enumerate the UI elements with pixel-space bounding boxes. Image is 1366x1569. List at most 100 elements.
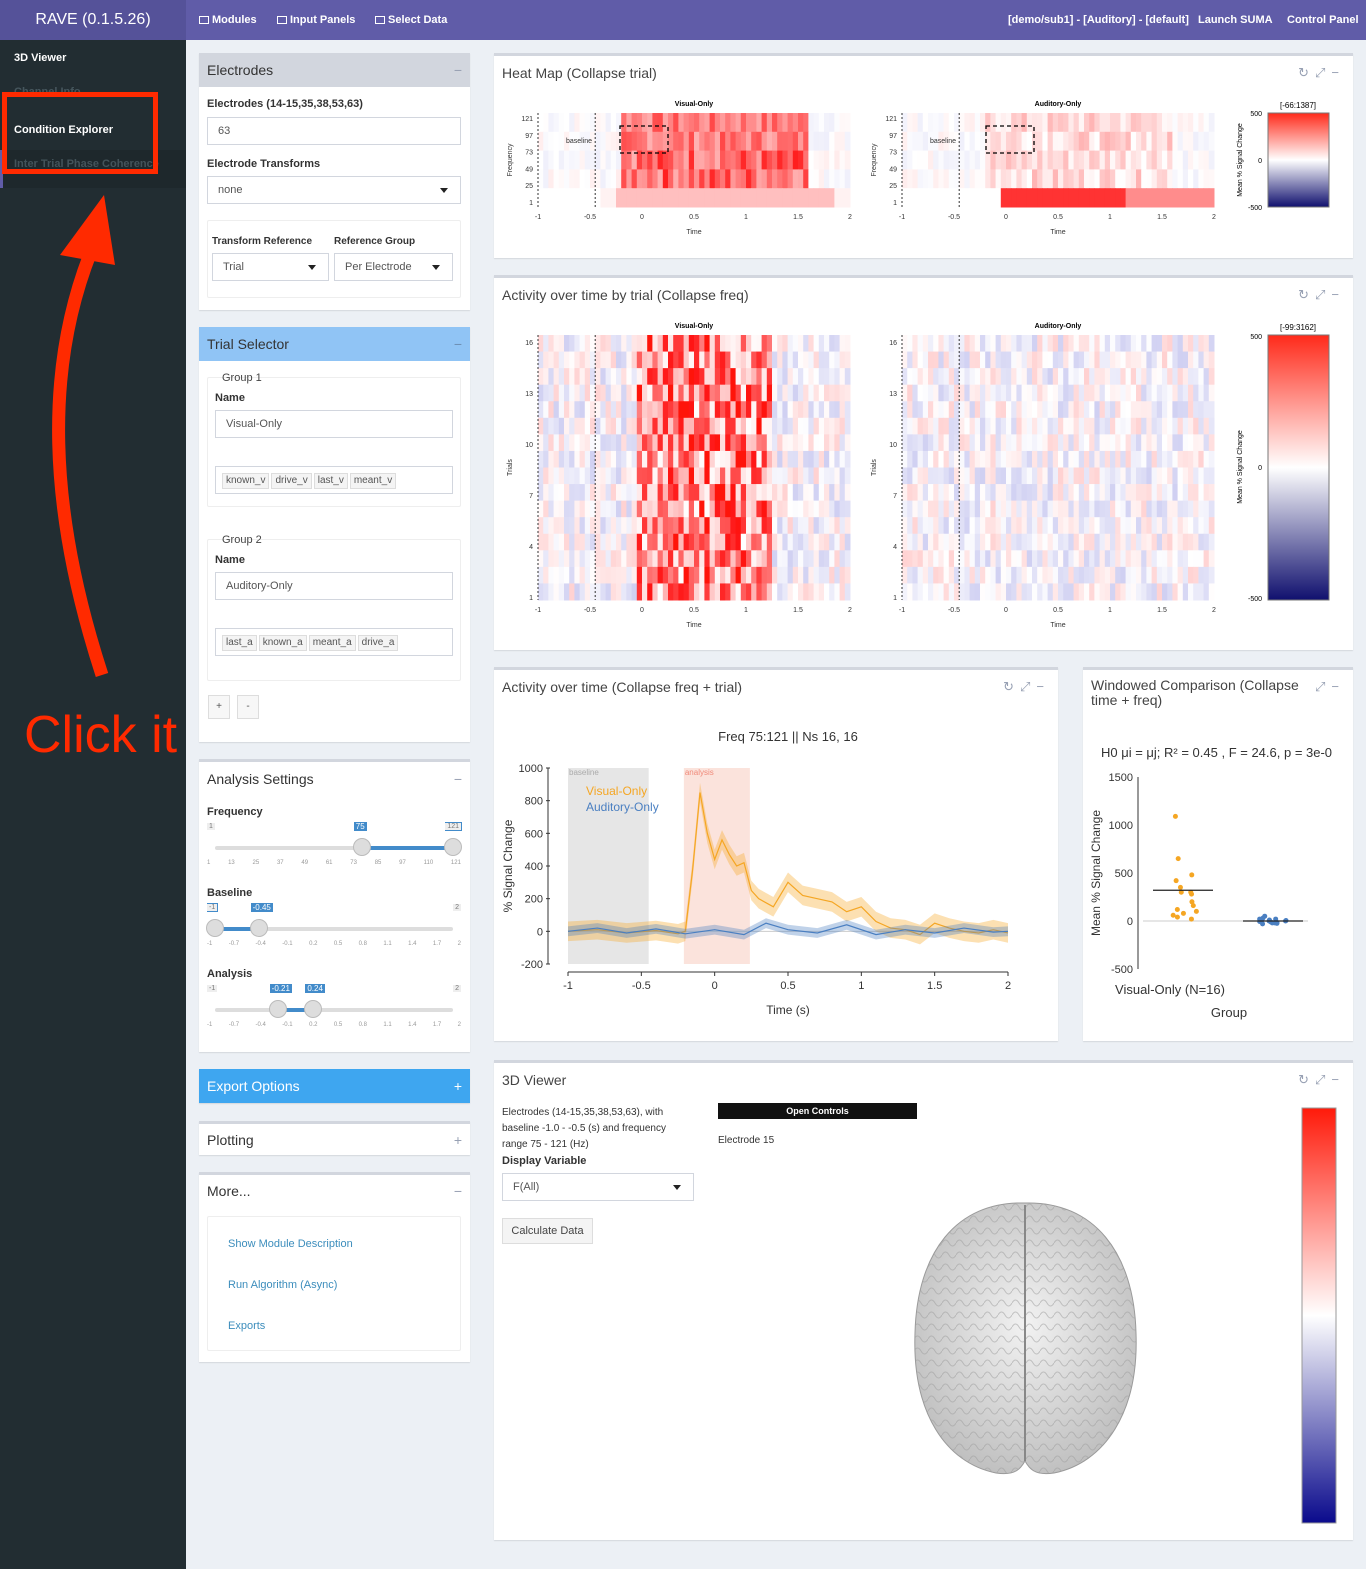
app-brand[interactable]: RAVE (0.1.5.26) — [0, 0, 186, 40]
select-data-menu[interactable]: Select Data — [375, 0, 447, 40]
sidebar-item-3d-viewer[interactable]: 3D Viewer — [14, 52, 66, 64]
collapse-icon[interactable]: − — [454, 336, 462, 352]
panel-tools[interactable]: ⤢− — [1315, 679, 1345, 695]
group-2-name-input[interactable]: Auditory-Only — [215, 572, 453, 600]
analysis-settings-header[interactable]: Analysis Settings − — [199, 762, 470, 796]
heat-cell — [1084, 500, 1090, 518]
launch-suma-button[interactable]: Launch SUMA — [1198, 0, 1273, 40]
baseline-slider[interactable]: -1-0.45-12-1-0.7-0.4-0.10.20.50.81.11.41… — [206, 903, 461, 951]
heat-cell — [1198, 583, 1205, 601]
frequency-slider[interactable]: 75121112111325374961738597110121 — [207, 822, 463, 870]
modules-menu[interactable]: Modules — [199, 0, 257, 40]
heat-cell — [1162, 467, 1168, 485]
collapse-icon[interactable]: − — [454, 1183, 462, 1199]
heat-cell — [1130, 467, 1137, 485]
heat-cell — [1000, 484, 1007, 502]
panel-tools[interactable]: ↻⤢− — [1298, 65, 1345, 81]
add-group-button[interactable]: + — [208, 695, 230, 719]
heat-cell — [610, 401, 617, 419]
analysis-window-slider[interactable]: -0.21 0.24 -1 2 -1 -0.7 -0.4 -0.1 0.2 0.5 0.8 1.1 1.… — [207, 984, 461, 1032]
heat-cell — [1203, 401, 1210, 419]
condition-chip[interactable]: meant_a — [308, 635, 356, 651]
group-2-conditions[interactable]: last_a known_a meant_a drive_a — [215, 628, 453, 656]
heat-cell — [699, 500, 705, 518]
heat-cell — [1130, 434, 1137, 452]
condition-chip[interactable]: meant_v — [349, 473, 397, 489]
brain-viewer-canvas[interactable] — [494, 1093, 1353, 1543]
brain-model[interactable] — [914, 1202, 1137, 1475]
collapse-icon[interactable]: − — [454, 771, 462, 787]
plotting-panel[interactable]: Plotting + — [199, 1121, 470, 1155]
heat-cell — [1141, 131, 1147, 152]
heat-cell — [839, 467, 846, 485]
panel-tools[interactable]: ↻⤢− — [1003, 679, 1050, 695]
slider-handle-from[interactable] — [268, 1000, 287, 1018]
condition-chip[interactable]: last_v — [313, 473, 348, 489]
remove-group-button[interactable]: - — [237, 695, 259, 719]
heat-cell — [839, 550, 846, 568]
transform-ref-select[interactable]: Trial — [212, 253, 329, 281]
heat-cell — [574, 335, 581, 353]
slider-handle-from[interactable] — [206, 919, 224, 937]
subject-info[interactable]: [demo/sub1] - [Auditory] - [default] — [1008, 0, 1189, 40]
heat-cell — [657, 484, 664, 502]
heat-cell — [1032, 131, 1038, 152]
heat-cell — [579, 401, 586, 419]
slider-handle-to[interactable] — [249, 919, 268, 937]
condition-chip[interactable]: drive_a — [357, 635, 399, 651]
collapse-icon[interactable]: − — [454, 62, 462, 78]
transforms-select[interactable]: none — [207, 176, 461, 204]
condition-chip[interactable]: known_a — [258, 635, 307, 651]
slider-handle-to[interactable] — [444, 838, 462, 856]
x-axis-label: Time — [686, 229, 701, 236]
heat-cell — [1099, 467, 1106, 485]
panel-tools[interactable]: ↻⤢− — [1298, 1072, 1345, 1088]
show-description-link[interactable]: Show Module Description — [228, 1238, 353, 1250]
electrodes-header[interactable]: Electrodes − — [199, 53, 470, 87]
heat-cell — [917, 434, 924, 452]
heat-cell — [1068, 417, 1075, 435]
heat-cell — [694, 169, 700, 189]
input-panels-menu[interactable]: Input Panels — [277, 0, 355, 40]
heat-cell — [709, 169, 716, 189]
group-1-name-input[interactable]: Visual-Only — [215, 410, 453, 438]
panel-tools[interactable]: ↻⤢− — [1298, 287, 1345, 303]
heat-cell — [1021, 517, 1028, 535]
heat-cell — [610, 434, 617, 452]
heat-cell — [642, 335, 648, 353]
condition-chip[interactable]: last_a — [222, 635, 257, 651]
condition-chip[interactable]: drive_v — [271, 473, 312, 489]
heat-cell — [1188, 450, 1194, 468]
heat-cell — [668, 550, 674, 568]
slider-handle-to[interactable] — [304, 1000, 323, 1018]
group-1-conditions[interactable]: known_v drive_v last_v meant_v — [215, 466, 453, 494]
heat-cell — [777, 335, 783, 353]
heat-cell — [553, 335, 560, 353]
expand-icon[interactable]: + — [454, 1132, 462, 1148]
heat-cell — [824, 188, 830, 208]
export-options-panel[interactable]: Export Options + — [199, 1069, 470, 1103]
slider-track[interactable] — [215, 1008, 453, 1012]
electrodes-input[interactable]: 63 — [207, 117, 461, 145]
heat-cell — [1068, 384, 1075, 402]
heat-cell — [902, 368, 908, 386]
control-panel-button[interactable]: Control Panel — [1287, 0, 1359, 40]
heat-cell — [1047, 533, 1054, 551]
y-tick-label: 0 — [537, 926, 543, 938]
heat-cell — [688, 484, 695, 502]
heat-cell — [1162, 131, 1168, 152]
heat-cell — [974, 368, 981, 386]
exports-link[interactable]: Exports — [228, 1320, 265, 1332]
ref-group-select[interactable]: Per Electrode — [334, 253, 453, 281]
expand-icon[interactable]: + — [454, 1078, 462, 1094]
heat-cell — [933, 467, 939, 485]
y-tick-label: 10 — [525, 442, 533, 449]
trial-selector-header[interactable]: Trial Selector − — [199, 327, 470, 361]
run-algorithm-link[interactable]: Run Algorithm (Async) — [228, 1279, 337, 1291]
heat-cell — [725, 583, 731, 601]
condition-chip[interactable]: known_v — [222, 473, 270, 489]
baseline-label: baseline — [569, 768, 599, 777]
heat-cell — [1094, 417, 1101, 435]
slider-handle-from[interactable] — [352, 838, 371, 856]
heat-cell — [943, 450, 950, 468]
